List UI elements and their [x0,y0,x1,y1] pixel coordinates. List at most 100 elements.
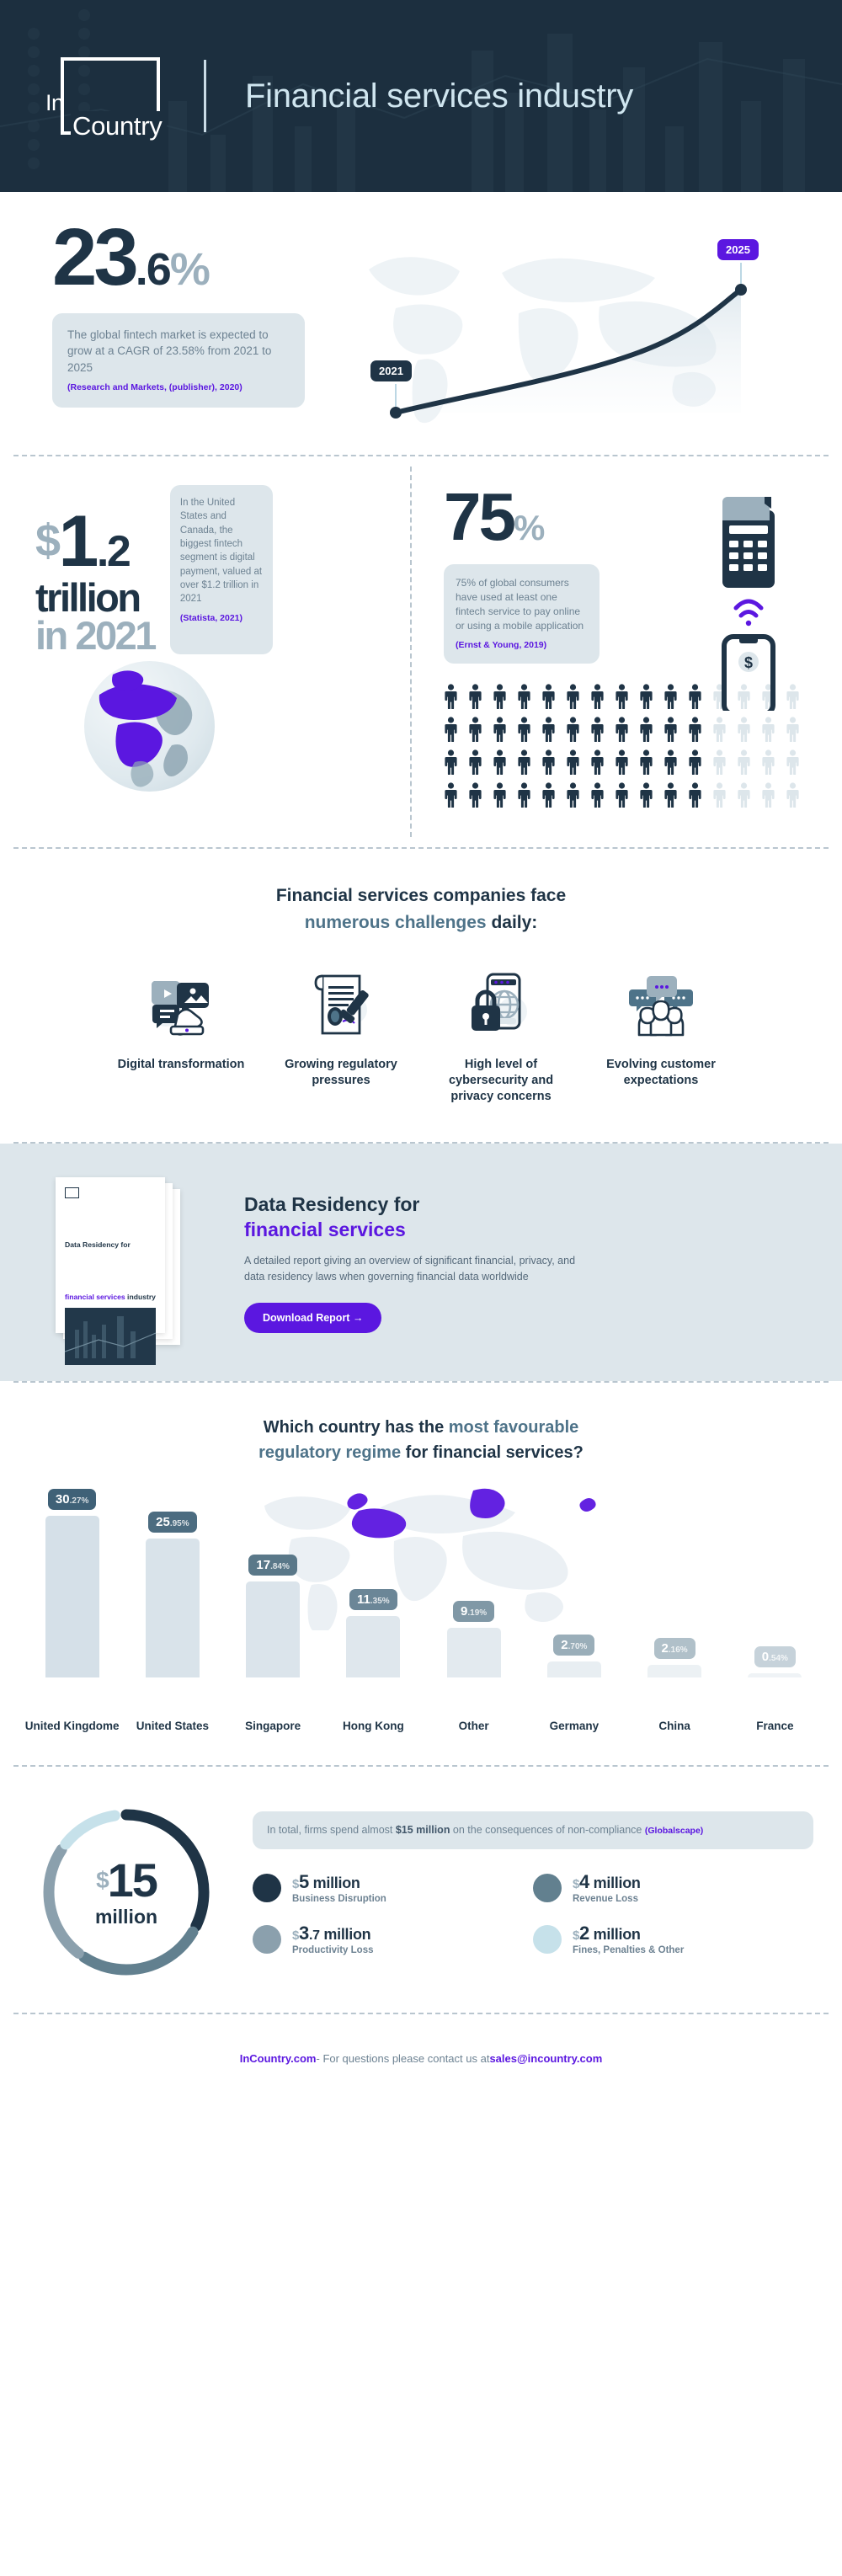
growth-callout-text: The global fintech market is expected to… [67,328,272,374]
report-cta-title-line1: Data Residency for [244,1193,420,1216]
trillion-dollar-sign: $ [35,515,61,566]
report-cta-title-line2: financial services [244,1219,406,1241]
page-title: Financial services industry [245,77,633,115]
person-icon [762,782,775,808]
person-icon [518,684,530,710]
bar-category-label: France [756,1720,794,1733]
person-icon [591,749,604,776]
footer-site-link[interactable]: InCountry.com [240,2052,317,2065]
legend-amount: 4 [579,1871,589,1893]
person-icon [689,782,701,808]
customers-chat-icon [594,964,728,1045]
legend-value: $4 million [573,1871,641,1893]
bar-value-frac: .16% [668,1645,688,1656]
legend-label: Fines, Penalties & Other [573,1945,685,1956]
lock-globe-icon [434,964,568,1045]
person-icon [786,717,799,743]
person-icon [469,717,482,743]
person-icon [542,782,555,808]
download-report-button[interactable]: Download Report → [244,1302,382,1333]
footer-email-link[interactable]: sales@incountry.com [489,2052,602,2065]
person-icon [445,684,457,710]
legend-value: $2 million [573,1923,684,1944]
bar-rect [246,1581,301,1678]
person-icon [469,749,482,776]
compliance-cost-section: $15 million In total, firms spend almost… [0,1767,842,2013]
bar-value-int: 17 [256,1558,271,1573]
person-icon [493,782,506,808]
legend-item: $5 million Business Disruption [253,1871,533,1904]
bar-rect [546,1661,601,1678]
person-icon [518,717,530,743]
bar-column: 2.70% [524,1635,624,1678]
person-icon [738,782,750,808]
person-icon [469,684,482,710]
consumers-source: (Ernst & Young, 2019) [456,640,547,651]
person-icon [493,684,506,710]
person-icon [664,717,677,743]
person-icon [640,684,653,710]
compliance-details: In total, firms spend almost $15 million… [253,1811,842,1975]
legend-item: $4 million Revenue Loss [533,1871,813,1904]
trillion-value: $1.2 trillion in 2021 [35,485,157,655]
growth-value: 23.6% [52,217,312,298]
incountry-logo: In Country [45,57,168,141]
challenges-title: Financial services companies face numero… [0,883,842,936]
bar-value-label: 2.70% [553,1635,595,1656]
consumers-callout: 75% of global consumers have used at lea… [444,564,600,664]
challenge-label: Evolving customer expectations [606,1058,716,1088]
bar-rect [748,1673,802,1678]
svg-text:$: $ [744,654,753,671]
bar-value-frac: .95% [169,1519,189,1529]
legend-label: Revenue Loss [573,1894,638,1905]
trillion-source: (Statista, 2021) [179,612,243,623]
consumers-callout-text: 75% of global consumers have used at lea… [456,577,584,632]
legend-unit: million [308,1875,360,1892]
legend-amount-decimal: .7 [308,1928,320,1944]
compliance-legend: $5 million Business Disruption $4 millio… [253,1871,813,1974]
person-icon [713,782,726,808]
person-icon [591,684,604,710]
bar-column: 11.35% [323,1589,424,1678]
challenges-title-part1: Financial services companies face [275,886,567,906]
regulatory-title-part2: for financial services? [405,1443,584,1463]
person-icon [616,684,628,710]
payment-devices-graphic: $ [712,488,790,717]
regulatory-title-part1: Which country has the [263,1418,445,1437]
consumers-percent: % [513,508,545,547]
challenges-title-highlight: numerous challenges [304,912,487,932]
bar-category-label: United States [136,1720,210,1733]
report-cover-front: Data Residency for financial services in… [56,1177,165,1365]
growth-chart: 2021 2025 [312,221,842,455]
legend-amount: 3 [299,1923,309,1944]
report-cover-title: Data Residency for [65,1240,131,1250]
bar-chart-bars: 30.27% 25.95% 17.84% 11.35% 9.19% 2.70% … [22,1489,825,1678]
challenges-section: Financial services companies face numero… [0,849,842,1142]
report-cta-text: Data Residency for financial services A … [244,1192,598,1333]
people-row [444,782,842,808]
legend-item: $3.7 million Productivity Loss [253,1923,533,1955]
person-icon [616,749,628,776]
report-cover-image [65,1307,156,1365]
person-icon [762,749,775,776]
legend-label: Productivity Loss [292,1945,374,1956]
person-icon [738,717,750,743]
bar-rect [647,1665,702,1678]
legend-unit: million [319,1926,371,1944]
regulatory-title-highlight2: regulatory regime [258,1443,402,1463]
bar-value-frac: .35% [370,1597,390,1607]
bar-value-label: 17.84% [248,1555,297,1576]
legend-color-swatch [533,1924,562,1954]
compliance-total-dollar: $ [96,1866,109,1893]
chip-year-2025: 2025 [717,239,759,260]
person-icon [738,749,750,776]
trillion-unit: trillion [35,574,141,620]
compliance-callout: In total, firms spend almost $15 million… [253,1811,813,1850]
consumers-block: 75% 75% of global consumers have used at… [410,483,842,815]
growth-source: (Research and Markets, (publisher), 2020… [67,381,242,392]
person-icon [542,749,555,776]
legend-value: $5 million [292,1871,386,1893]
growth-value-percent: % [169,244,210,295]
person-icon [445,749,457,776]
report-cta-section: Data Residency for financial services in… [0,1144,842,1382]
